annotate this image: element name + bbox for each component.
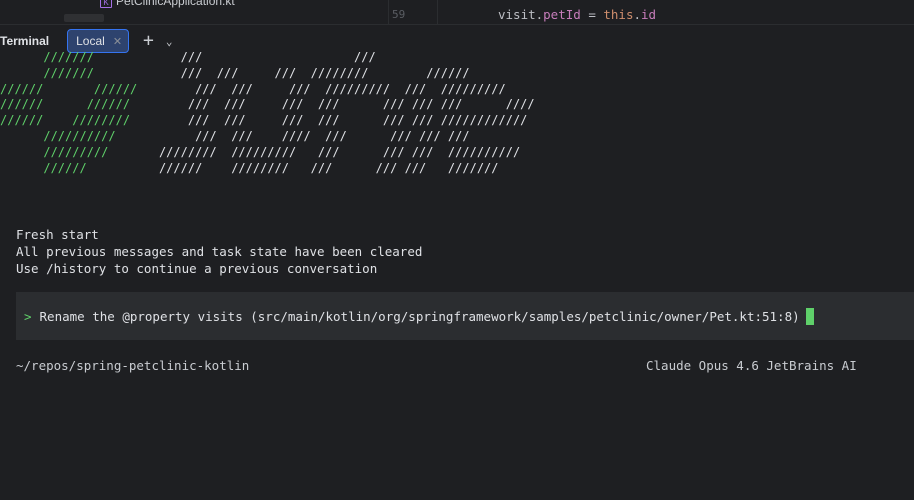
banner-segment: ////// //////// [0, 113, 138, 128]
banner-segment: ////// //////// /// /// /// /////// [93, 160, 499, 175]
banner-segment: ////// [0, 160, 94, 175]
code-keyword: this [603, 7, 634, 22]
banner-row: ///////// //////// ///////// /// /// ///… [0, 145, 535, 161]
banner-segment: /// /// /// /// /// /// /// //// [137, 97, 535, 112]
message-line: All previous messages and task state hav… [16, 244, 423, 259]
banner-row: ////// ////// //////// /// /// /// /////… [0, 161, 535, 177]
code-prop: petId [543, 7, 581, 22]
line-number: 59 [392, 8, 406, 21]
message-line: Use /history to continue a previous conv… [16, 261, 378, 276]
banner-row: ////// ////// /// /// /// /// /// /// //… [0, 97, 535, 113]
code-eq: = [580, 7, 604, 22]
banner-row: /////// /// /// [0, 50, 535, 66]
project-tree-item[interactable]: K PetClinicApplication.kt [100, 0, 235, 8]
terminal-messages: Fresh start All previous messages and ta… [16, 226, 422, 277]
folder-item[interactable] [64, 14, 104, 22]
prompt-input[interactable]: > Rename the @property visits (src/main/k… [16, 292, 914, 340]
banner-row: ////// //////// /// /// /// /// /// /// … [0, 113, 535, 129]
code-line[interactable]: visit.petId = this.id [498, 7, 656, 22]
banner-row: /////// /// /// /// //////// ////// [0, 66, 535, 82]
chevron-down-icon[interactable]: ⌄ [166, 35, 173, 48]
banner-segment: /// /// //// /// /// /// /// [122, 128, 470, 143]
ascii-banner: /////// /// /// /////// /// /// /// ////… [0, 50, 535, 176]
text-cursor [805, 307, 814, 325]
banner-segment: ////// ////// [0, 81, 152, 96]
close-icon[interactable]: ✕ [113, 35, 122, 48]
banner-segment: /// /// [101, 50, 376, 64]
banner-segment: //////// ///////// /// /// /// /////////… [115, 144, 521, 159]
banner-segment: /////// [0, 65, 102, 80]
add-tab-icon[interactable]: + [143, 32, 154, 50]
code-obj: visit. [498, 7, 544, 22]
message-line: Fresh start [16, 227, 99, 242]
code-dot: . [633, 7, 642, 22]
banner-segment: ////////// [0, 128, 123, 143]
model-label: Claude Opus 4.6 JetBrains AI [646, 358, 857, 373]
banner-segment: ////// ////// [0, 97, 138, 112]
code-id: id [641, 7, 657, 22]
kotlin-file-icon: K [100, 0, 112, 8]
prompt-text: Rename the @property visits (src/main/ko… [39, 308, 800, 324]
banner-segment: ///////// [0, 144, 116, 159]
banner-segment: /////// [0, 50, 102, 64]
tab-label: Local [76, 34, 105, 48]
editor-strip: K PetClinicApplication.kt 59 visit.petId… [0, 0, 914, 25]
banner-row: ////// ////// /// /// /// ///////// /// … [0, 82, 535, 98]
banner-segment: /// /// /// /// /// /// //////////// [137, 113, 528, 128]
banner-row: ////////// /// /// //// /// /// /// /// [0, 129, 535, 145]
tree-file-label: PetClinicApplication.kt [116, 0, 235, 8]
banner-segment: /// /// /// //////// ////// [101, 65, 470, 80]
banner-segment: /// /// /// ///////// /// ///////// [151, 81, 506, 96]
cwd-label: ~/repos/spring-petclinic-kotlin [16, 358, 250, 373]
terminal-title: Terminal [0, 34, 50, 48]
prompt-marker: > [24, 308, 32, 324]
